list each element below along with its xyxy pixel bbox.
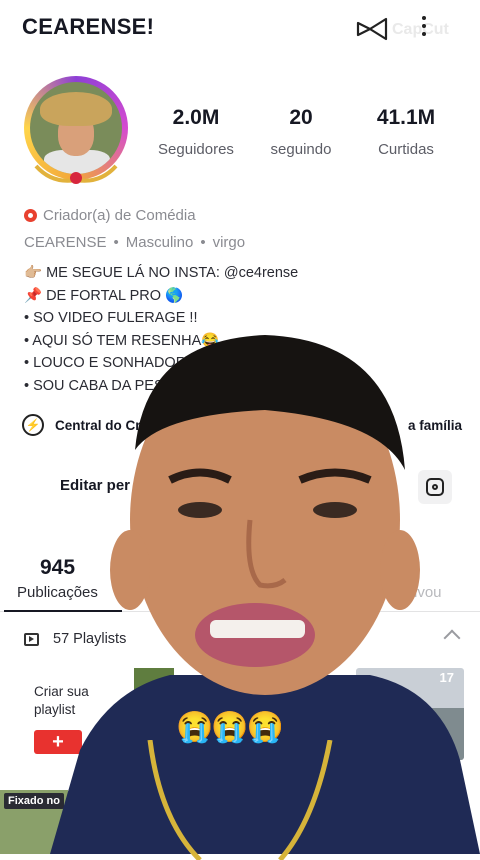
laurel-badge-icon xyxy=(34,164,118,184)
following-label: seguindo xyxy=(270,141,332,158)
playlist-icon xyxy=(24,632,39,646)
category-icon xyxy=(24,209,37,222)
lanyard xyxy=(147,740,333,860)
more-vert-icon[interactable] xyxy=(422,13,428,41)
likes-label: Curtidas xyxy=(378,141,434,158)
stat-following[interactable]: 20 seguindo xyxy=(246,106,356,158)
likes-count: 41.1M xyxy=(376,106,436,129)
profile-username: CEARENSE! xyxy=(22,14,155,39)
category-label: Criador(a) de Comédia xyxy=(43,207,196,224)
meta-gender: Masculino xyxy=(125,234,194,251)
meta-region: CEARENSE xyxy=(24,234,107,251)
profile-meta: CEARENSE • Masculino • virgo xyxy=(24,234,246,251)
meta-sign: virgo xyxy=(212,234,246,251)
header-actions: CapCut xyxy=(356,12,466,48)
bio-line: • SO VIDEO FULERAGE !! xyxy=(24,310,198,326)
bio-line: 👉🏼 ME SEGUE LÁ NO INSTA: @ce4rense xyxy=(24,265,299,281)
capcut-watermark: CapCut xyxy=(392,21,449,38)
bio-line: 📌 DE FORTAL PRO 🌎 xyxy=(24,288,184,304)
avatar[interactable] xyxy=(18,70,134,186)
stat-followers[interactable]: 2.0M Seguidores xyxy=(141,106,251,158)
following-count: 20 xyxy=(289,106,313,129)
lightning-icon: ⚡ xyxy=(22,414,44,436)
followers-label: Seguidores xyxy=(158,141,234,158)
capcut-logo-icon xyxy=(356,17,388,41)
category-row: Criador(a) de Comédia xyxy=(24,207,196,224)
stat-likes[interactable]: 41.1M Curtidas xyxy=(351,106,461,158)
crying-emoji-overlay: 😭😭😭 xyxy=(176,711,284,744)
followers-count: 2.0M xyxy=(172,106,220,129)
